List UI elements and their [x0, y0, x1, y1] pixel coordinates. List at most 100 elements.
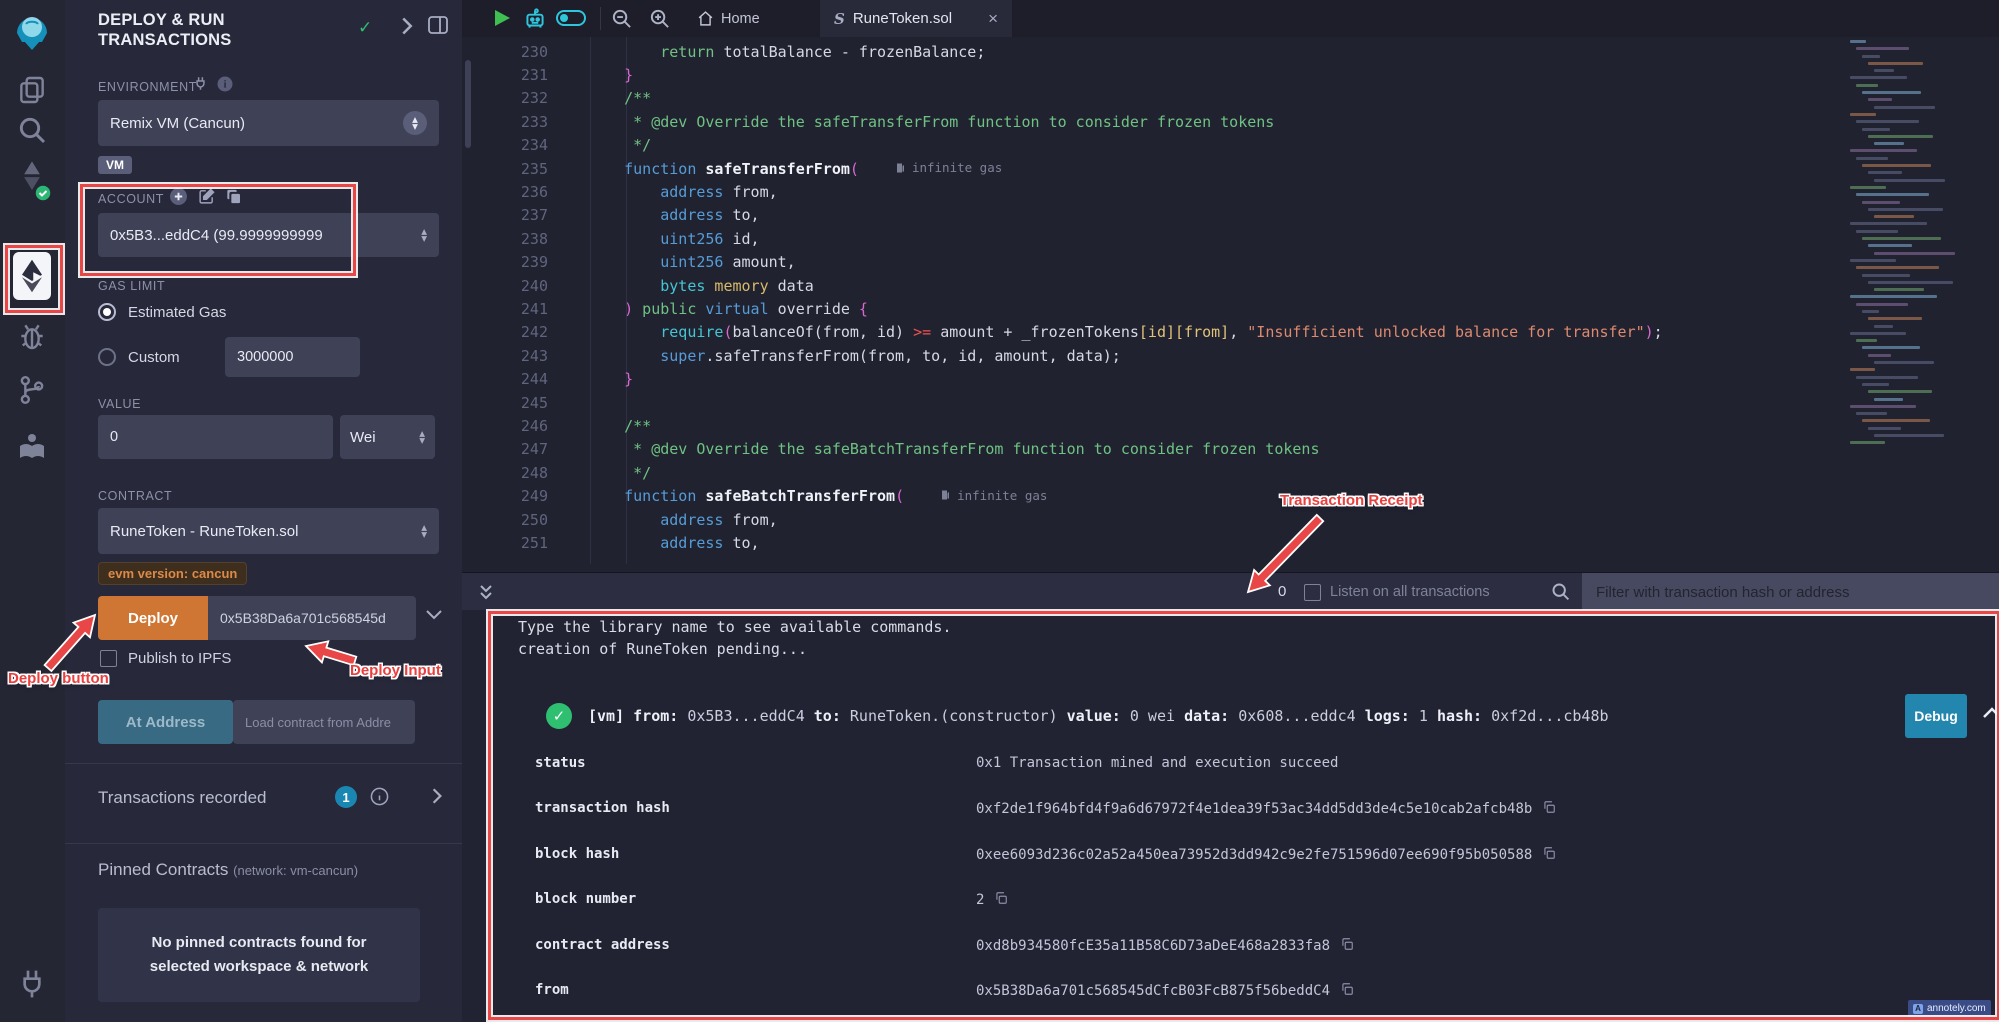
deploy-button[interactable]: Deploy	[98, 596, 208, 640]
editor-minimap[interactable]	[1850, 40, 1962, 455]
receipt-value: 0x1 Transaction mined and execution succ…	[976, 755, 1338, 771]
account-label: ACCOUNT	[98, 192, 164, 206]
file-tab-label: RuneToken.sol	[853, 10, 952, 27]
tab-close-icon[interactable]: ×	[988, 9, 998, 29]
contract-select-arrows-icon: ▲▼	[421, 524, 427, 538]
source-control-icon[interactable]	[16, 374, 48, 406]
copy-icon[interactable]	[1542, 846, 1556, 864]
receipt-value: 0xee6093d236c02a52a450ea73952d3dd942c9e2…	[976, 846, 1556, 864]
run-script-play-icon[interactable]	[495, 10, 510, 26]
environment-info-icon[interactable]: i	[217, 76, 233, 97]
page-title: DEPLOY & RUN TRANSACTIONS	[98, 10, 348, 50]
terminal-filter-input[interactable]	[1582, 573, 1999, 611]
code-line: 236 address from,	[462, 180, 1999, 203]
custom-gas-input[interactable]	[225, 337, 360, 377]
receipt-row-status: status 0x1 Transaction mined and executio…	[462, 755, 1999, 775]
at-address-button[interactable]: At Address	[98, 700, 233, 744]
code-line: 241 ) public virtual override {	[462, 297, 1999, 320]
contract-label: CONTRACT	[98, 489, 172, 503]
environment-label: ENVIRONMENT	[98, 80, 197, 94]
at-address-input[interactable]	[233, 700, 415, 744]
account-add-icon[interactable]	[170, 188, 187, 210]
receipt-value: 0xf2de1f964bfd4f9a6d67972f4e1dea39f53ac3…	[976, 800, 1556, 818]
tab-home[interactable]: Home	[687, 0, 770, 37]
solidity-compiler-icon[interactable]	[14, 160, 50, 200]
collapse-receipt-chevron-icon[interactable]	[1982, 706, 1999, 725]
value-input[interactable]	[98, 415, 333, 459]
copy-icon[interactable]	[1542, 800, 1556, 818]
svg-text:i: i	[224, 80, 227, 91]
infinite-gas-badge: infinite gas	[940, 488, 1047, 503]
environment-plug-icon[interactable]	[193, 76, 208, 96]
code-line: 243 super.safeTransferFrom(from, to, id,…	[462, 344, 1999, 367]
ai-toggle-switch[interactable]	[556, 10, 586, 26]
receipt-row-contract-address: contract address0xd8b934580fcE35a11B58C6…	[462, 937, 1999, 957]
receipt-label: from	[535, 982, 569, 998]
deploy-expand-chevron-icon[interactable]	[425, 608, 443, 626]
custom-gas-radio[interactable]	[98, 348, 116, 366]
estimated-gas-radio[interactable]	[98, 303, 116, 321]
transactions-recorded-label: Transactions recorded	[98, 788, 267, 808]
compile-success-badge	[34, 184, 52, 202]
terminal-log-line: Type the library name to see available c…	[518, 618, 951, 636]
code-line: 238 uint256 id,	[462, 227, 1999, 250]
panel-check-icon: ✓	[358, 18, 372, 38]
receipt-row-block-hash: block hash 0xee6093d236c02a52a450ea73952d…	[462, 846, 1999, 866]
ai-assistant-robot-icon[interactable]	[522, 6, 548, 37]
code-line: 251 address to,	[462, 531, 1999, 554]
custom-gas-label: Custom	[128, 349, 180, 366]
copy-icon[interactable]	[1340, 937, 1354, 955]
panel-divider	[65, 763, 462, 764]
tx-summary-line[interactable]: [vm] from: 0x5B3...eddC4 to: RuneToken.(…	[588, 707, 1609, 725]
terminal-output[interactable]: Type the library name to see available c…	[462, 610, 1999, 1022]
tab-runetoken-sol[interactable]: S RuneToken.sol ×	[820, 0, 1012, 37]
panel-layout-icon[interactable]	[428, 16, 448, 39]
remix-logo-icon[interactable]	[10, 8, 54, 52]
home-tab-label: Home	[721, 11, 760, 27]
terminal-toolbar: 0 Listen on all transactions	[462, 572, 1999, 611]
pinned-contracts-title: Pinned Contracts	[98, 860, 228, 879]
deploy-run-icon[interactable]	[13, 252, 51, 300]
panel-forward-icon[interactable]	[400, 16, 414, 41]
home-icon	[697, 10, 714, 27]
estimated-gas-label: Estimated Gas	[128, 304, 226, 321]
debug-button[interactable]: Debug	[1905, 694, 1967, 738]
account-select[interactable]: 0x5B3...eddC4 (99.9999999999 ▲▼	[98, 213, 439, 257]
zoom-in-icon[interactable]	[648, 7, 671, 35]
code-line: 233 * @dev Override the safeTransferFrom…	[462, 110, 1999, 133]
receipt-value: 0x5B38Da6a701c568545dCfcB03FcB875f56bedd…	[976, 982, 1354, 1000]
environment-select[interactable]: Remix VM (Cancun) ▲▼	[98, 100, 439, 146]
editor-toolbar: Home S RuneToken.sol ×	[462, 0, 1999, 38]
publish-ipfs-checkbox[interactable]	[100, 650, 117, 667]
contract-select[interactable]: RuneToken - RuneToken.sol ▲▼	[98, 508, 439, 554]
copy-icon[interactable]	[1340, 982, 1354, 1000]
transactions-info-icon[interactable]	[370, 787, 389, 811]
listen-all-checkbox[interactable]	[1304, 584, 1321, 601]
copy-icon[interactable]	[994, 891, 1008, 909]
code-line: 235 function safeTransferFrom(infinite g…	[462, 157, 1999, 180]
learneth-plugin-icon[interactable]	[16, 430, 48, 462]
file-explorer-icon[interactable]	[16, 74, 48, 106]
code-editor[interactable]: 230 return totalBalance - frozenBalance;…	[462, 37, 1999, 572]
receipt-label: block hash	[535, 846, 619, 862]
activity-bar	[0, 0, 66, 1022]
panel-scrollbar-thumb[interactable]	[465, 60, 471, 148]
receipt-row-transaction-hash: transaction hash0xf2de1f964bfd4f9a6d6797…	[462, 800, 1999, 820]
search-icon[interactable]	[16, 114, 48, 146]
debugger-icon[interactable]	[16, 320, 48, 352]
receipt-label: status	[535, 755, 586, 771]
terminal-expand-icon[interactable]	[478, 583, 494, 606]
pending-tx-count: 0	[1278, 583, 1286, 600]
value-unit-select[interactable]: Wei ▲▼	[340, 415, 435, 459]
account-edit-icon[interactable]	[198, 188, 215, 210]
environment-value: Remix VM (Cancun)	[110, 115, 397, 132]
account-copy-icon[interactable]	[226, 188, 242, 210]
terminal-search-icon[interactable]	[1550, 581, 1571, 607]
deploy-constructor-input[interactable]	[208, 596, 416, 640]
gas-limit-label: GAS LIMIT	[98, 279, 165, 293]
zoom-out-icon[interactable]	[610, 7, 633, 35]
code-line: 248 */	[462, 461, 1999, 484]
plugin-manager-plug-icon[interactable]	[16, 968, 48, 1000]
tx-success-check-icon: ✓	[546, 703, 572, 729]
transactions-expand-icon[interactable]	[431, 787, 443, 810]
